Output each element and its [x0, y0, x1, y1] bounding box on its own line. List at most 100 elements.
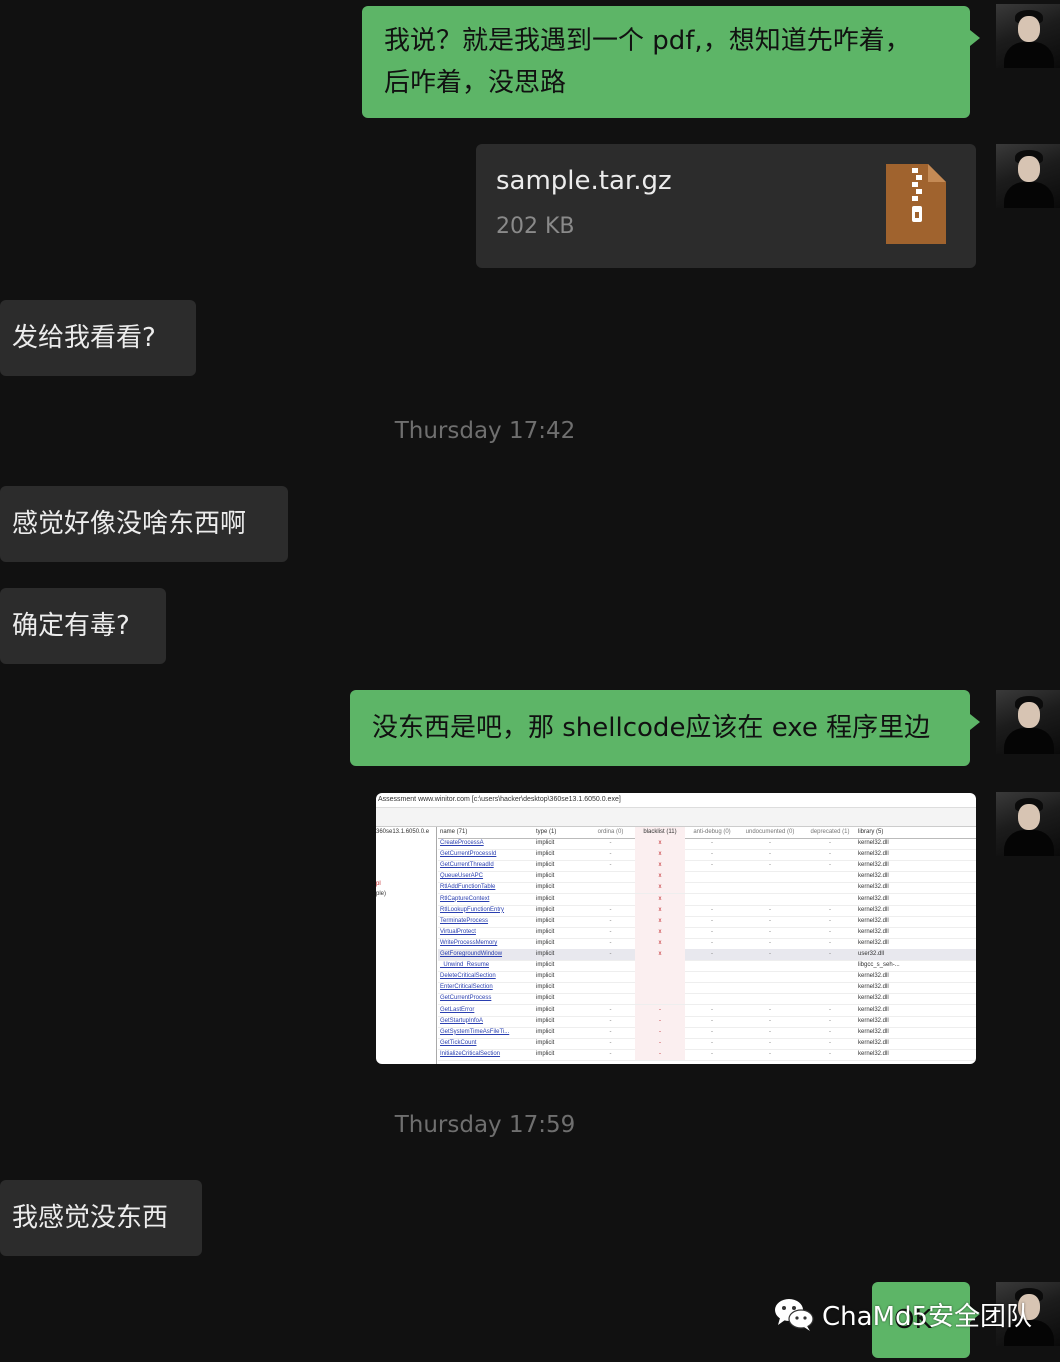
incoming-message[interactable]: 确定有毒?	[0, 588, 166, 664]
cell-library: kernel32.dll	[858, 939, 889, 946]
tree-item: pl	[376, 881, 381, 887]
message-text: 没东西是吧，那 shellcode应该在 exe 程序里边	[372, 713, 931, 743]
cell-blacklist: -	[635, 1037, 685, 1049]
cell-undocumented: -	[769, 840, 771, 846]
cell-type: implicit	[536, 1006, 555, 1013]
cell-name: GetTickCount	[440, 1039, 477, 1046]
cell-blacklist	[635, 982, 685, 994]
cell-deprecated: -	[829, 851, 831, 858]
timestamp: Thursday 17:42	[394, 418, 576, 444]
cell-type: implicit	[536, 884, 555, 891]
cell-undocumented: -	[769, 951, 771, 957]
cell-deprecated: -	[829, 1006, 831, 1013]
cell-blacklist	[635, 993, 685, 1005]
cell-type: implicit	[536, 917, 555, 924]
cell-deprecated: -	[829, 1039, 831, 1046]
incoming-message[interactable]: 我感觉没东西	[0, 1180, 202, 1256]
col-anti-debug[interactable]: anti-debug (0)	[687, 827, 737, 838]
cell-anti-debug: -	[711, 939, 713, 946]
col-deprecated[interactable]: deprecated (1)	[803, 827, 857, 838]
cell-blacklist: x	[635, 871, 685, 883]
cell-blacklist: x	[635, 915, 685, 927]
cell-library: kernel32.dll	[858, 917, 889, 924]
file-attachment[interactable]: sample.tar.gz 202 KB	[476, 144, 976, 268]
cell-blacklist: -	[635, 1004, 685, 1016]
cell-type: implicit	[536, 928, 555, 935]
avatar[interactable]	[996, 144, 1060, 208]
cell-undocumented: -	[769, 1050, 771, 1057]
pestudio-toolbar	[376, 808, 976, 827]
cell-name: QueueUserAPC	[440, 873, 484, 880]
pestudio-title: Assessment www.winitor.com [c:\users\hac…	[376, 793, 976, 808]
cell-deprecated: -	[829, 840, 831, 846]
cell-anti-debug: -	[711, 862, 713, 869]
avatar[interactable]	[996, 4, 1060, 68]
cell-name: RtlCaptureContext	[440, 895, 490, 902]
cell-deprecated: -	[829, 939, 831, 946]
cell-deprecated: -	[829, 917, 831, 924]
cell-ordinal: -	[609, 851, 612, 858]
cell-blacklist: x	[635, 893, 685, 905]
cell-blacklist: x	[635, 860, 685, 872]
incoming-message[interactable]: 感觉好像没啥东西啊	[0, 486, 288, 562]
message-text: 确定有毒?	[12, 611, 130, 641]
cell-blacklist: x	[635, 926, 685, 938]
cell-name: GetForegroundWindow	[440, 951, 503, 957]
cell-ordinal: -	[609, 1006, 612, 1013]
avatar[interactable]	[996, 792, 1060, 856]
cell-ordinal: -	[609, 840, 612, 846]
col-ordinal[interactable]: ordina (0)	[588, 827, 633, 838]
message-text: 感觉好像没啥东西啊	[12, 509, 247, 539]
col-type[interactable]: type (1)	[536, 827, 586, 838]
image-attachment[interactable]: Assessment www.winitor.com [c:\users\hac…	[376, 793, 976, 1064]
avatar[interactable]	[996, 690, 1060, 754]
cell-library: kernel32.dll	[858, 928, 889, 935]
cell-name: GetCurrentProcessId	[440, 851, 497, 858]
cell-library: kernel32.dll	[858, 884, 889, 891]
outgoing-message[interactable]: 我说？就是我遇到一个 pdf,，想知道先咋着， 后咋着，没思路	[362, 6, 980, 118]
cell-anti-debug: -	[711, 951, 713, 957]
col-undocumented[interactable]: undocumented (0)	[739, 827, 801, 838]
cell-deprecated: -	[829, 1017, 831, 1024]
cell-name: GetCurrentThreadId	[440, 862, 494, 869]
cell-blacklist	[635, 960, 685, 972]
cell-anti-debug: -	[711, 928, 713, 935]
cell-name: VirtualProtect	[440, 928, 476, 935]
cell-blacklist: -	[635, 1026, 685, 1038]
cell-blacklist: -	[635, 1048, 685, 1060]
cell-anti-debug: -	[711, 840, 713, 846]
cell-library: kernel32.dll	[858, 1050, 889, 1057]
table-row[interactable]: InitializeCriticalSection implicit - - - - - ke…	[438, 1048, 976, 1061]
file-name: sample.tar.gz	[496, 166, 672, 196]
cell-undocumented: -	[769, 1017, 771, 1024]
cell-undocumented: -	[769, 906, 771, 913]
cell-ordinal: -	[609, 1050, 612, 1057]
cell-ordinal: -	[609, 906, 612, 913]
watermark-text: ChaMd5安全团队	[822, 1301, 1033, 1332]
cell-deprecated: -	[829, 1050, 831, 1057]
col-blacklist[interactable]: blacklist (11)	[635, 827, 685, 838]
cell-deprecated: -	[829, 906, 831, 913]
cell-ordinal: -	[609, 939, 612, 946]
cell-anti-debug: -	[711, 1028, 713, 1035]
cell-type: implicit	[536, 862, 555, 869]
cell-library: libgcc_s_seh-...	[858, 962, 900, 969]
cell-type: implicit	[536, 962, 555, 969]
cell-name: WriteProcessMemory	[440, 939, 498, 946]
cell-undocumented: -	[769, 939, 771, 946]
cell-anti-debug: -	[711, 917, 713, 924]
cell-blacklist: x	[635, 838, 685, 849]
cell-type: implicit	[536, 951, 555, 957]
col-library[interactable]: library (5)	[858, 827, 918, 838]
tree-item: ple)	[376, 891, 387, 897]
incoming-message[interactable]: 发给我看看?	[0, 300, 196, 376]
message-text: 后咋着，没思路	[384, 68, 567, 98]
cell-library: kernel32.dll	[858, 1017, 889, 1024]
cell-library: kernel32.dll	[858, 973, 889, 980]
cell-anti-debug: -	[711, 1039, 713, 1046]
watermark: ChaMd5安全团队	[774, 1294, 1032, 1334]
outgoing-message[interactable]: 没东西是吧，那 shellcode应该在 exe 程序里边	[350, 690, 980, 766]
col-name[interactable]: name (71)	[440, 827, 534, 838]
cell-name: EnterCriticalSection	[440, 984, 493, 991]
cell-library: kernel32.dll	[858, 851, 889, 858]
